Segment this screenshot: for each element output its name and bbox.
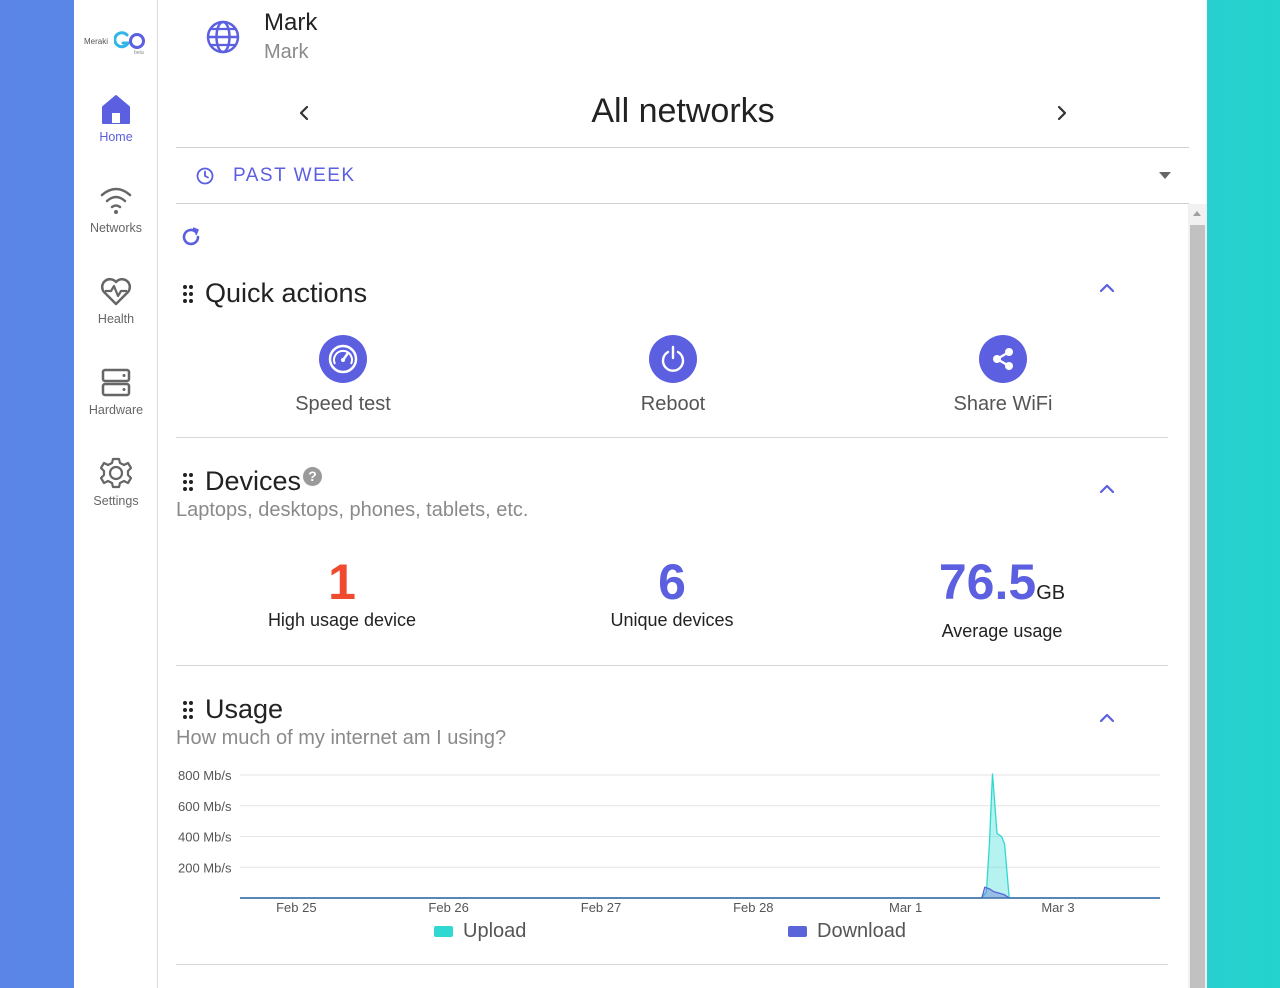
wifi-icon <box>100 187 132 214</box>
legend-item-upload[interactable]: Upload <box>434 920 526 943</box>
share-icon <box>993 348 1013 370</box>
logo-brand: Meraki <box>84 37 109 46</box>
section-title-text: Usage <box>205 694 284 724</box>
stat-value: 6 <box>658 554 686 610</box>
drag-handle-icon[interactable] <box>183 284 195 303</box>
legend-swatch <box>434 926 453 937</box>
power-icon <box>661 345 685 372</box>
speed-test-circle <box>319 335 367 383</box>
gear-icon <box>99 457 133 489</box>
devices-title: Devices ? <box>183 466 323 497</box>
usage-subtitle: How much of my internet am I using? <box>176 727 507 749</box>
chevron-up-icon[interactable] <box>1097 278 1117 298</box>
stat-value-wrap: 76.5GB <box>892 556 1112 619</box>
stat-label: High usage device <box>267 610 417 630</box>
help-icon[interactable]: ? <box>303 467 323 486</box>
y-tick-label: 800 Mb/s <box>178 768 232 783</box>
x-tick-label: Mar 3 <box>1041 900 1074 914</box>
sidebar-item-label: Hardware <box>88 403 144 417</box>
average-usage-stat[interactable]: 76.5GB Average usage <box>892 556 1112 642</box>
go-logo-icon <box>114 31 145 49</box>
legend-item-download[interactable]: Download <box>788 920 906 943</box>
sidebar-item-home[interactable]: Home <box>74 92 158 162</box>
sidebar-item-label: Networks <box>89 221 143 235</box>
speedometer-icon <box>328 344 358 374</box>
network-title: All networks <box>591 92 775 130</box>
sidebar-item-label: Settings <box>93 494 139 508</box>
x-tick-label: Feb 28 <box>733 900 773 914</box>
divider <box>176 437 1168 438</box>
series-area-download <box>240 887 1160 898</box>
globe-icon <box>206 20 240 54</box>
scrollbar-thumb[interactable] <box>1190 225 1205 988</box>
drag-handle-icon[interactable] <box>183 700 195 719</box>
reboot-button[interactable]: Reboot <box>588 335 758 416</box>
account-subtitle: Mark <box>264 41 309 63</box>
main-content: Mark Mark All networks PAST WEEK Quick a… <box>158 0 1207 988</box>
unique-devices-stat[interactable]: 6 Unique devices <box>562 556 782 631</box>
chevron-up-icon[interactable] <box>1097 708 1117 728</box>
heart-pulse-icon <box>100 277 132 306</box>
refresh-icon[interactable] <box>180 226 202 248</box>
x-tick-label: Feb 25 <box>276 900 316 914</box>
devices-subtitle: Laptops, desktops, phones, tablets, etc. <box>176 499 529 521</box>
series-line-download <box>240 886 1160 899</box>
sidebar-item-hardware[interactable]: Hardware <box>74 365 158 435</box>
legend-label: Download <box>817 920 906 942</box>
high-usage-stat[interactable]: 1 High usage device <box>232 556 452 631</box>
period-selector[interactable]: PAST WEEK <box>176 148 1189 204</box>
section-title-text: Quick actions <box>205 278 368 308</box>
stat-label: Average usage <box>941 621 1063 641</box>
divider <box>176 964 1168 965</box>
share-wifi-label: Share WiFi <box>953 393 1053 415</box>
sidebar-item-health[interactable]: Health <box>74 274 158 344</box>
x-tick-label: Feb 26 <box>428 900 468 914</box>
x-tick-label: Mar 1 <box>889 900 922 914</box>
meraki-go-logo[interactable]: Meraki beta <box>84 30 148 58</box>
chevron-right-icon[interactable] <box>1050 98 1074 128</box>
y-tick-label: 400 Mb/s <box>178 830 232 845</box>
speed-test-button[interactable]: Speed test <box>258 335 428 416</box>
speed-test-label: Speed test <box>295 393 391 415</box>
dashboard-scroll-area[interactable]: Quick actions Speed test Reboot Share Wi… <box>158 204 1207 988</box>
logo-badge: beta <box>134 50 144 56</box>
stat-unit: GB <box>1036 582 1066 604</box>
home-icon <box>102 95 130 124</box>
series-area-upload <box>240 773 1160 898</box>
sidebar-item-label: Health <box>97 312 135 326</box>
sidebar-item-settings[interactable]: Settings <box>74 456 158 526</box>
drag-handle-icon[interactable] <box>183 472 195 491</box>
app-window: Meraki beta Home Networks Health Hardwar… <box>74 0 1207 988</box>
clock-icon <box>196 167 214 185</box>
series-line-upload <box>240 773 1160 899</box>
sidebar: Meraki beta Home Networks Health Hardwar… <box>74 0 158 988</box>
stat-label: Unique devices <box>610 610 734 630</box>
stat-value: 76.5 <box>938 554 1037 610</box>
x-tick-label: Feb 27 <box>581 900 621 914</box>
chevron-up-icon[interactable] <box>1097 479 1117 499</box>
quick-actions-title: Quick actions <box>183 278 367 309</box>
usage-chart[interactable]: 800 Mb/s 600 Mb/s 400 Mb/s 200 Mb/s Feb 25 Fe… <box>174 764 1174 914</box>
chevron-left-icon[interactable] <box>292 98 316 128</box>
scroll-up-arrow-icon[interactable] <box>1193 211 1201 216</box>
scrollbar[interactable] <box>1188 204 1207 988</box>
usage-title: Usage <box>183 694 283 725</box>
y-tick-label: 200 Mb/s <box>178 860 232 875</box>
sidebar-item-label: Home <box>99 130 133 144</box>
y-tick-label: 600 Mb/s <box>178 799 232 814</box>
share-wifi-button[interactable]: Share WiFi <box>918 335 1088 416</box>
period-label: PAST WEEK <box>233 165 356 186</box>
account-name: Mark <box>264 9 318 36</box>
stat-value: 1 <box>328 554 356 610</box>
dropdown-caret-icon <box>1159 172 1171 179</box>
legend-label: Upload <box>463 920 527 942</box>
reboot-circle <box>649 335 697 383</box>
share-wifi-circle <box>979 335 1027 383</box>
legend-swatch <box>788 926 807 937</box>
section-title-text: Devices <box>205 466 302 496</box>
sidebar-item-networks[interactable]: Networks <box>74 183 158 253</box>
divider <box>176 665 1168 666</box>
server-icon <box>101 368 131 397</box>
reboot-label: Reboot <box>640 393 706 415</box>
